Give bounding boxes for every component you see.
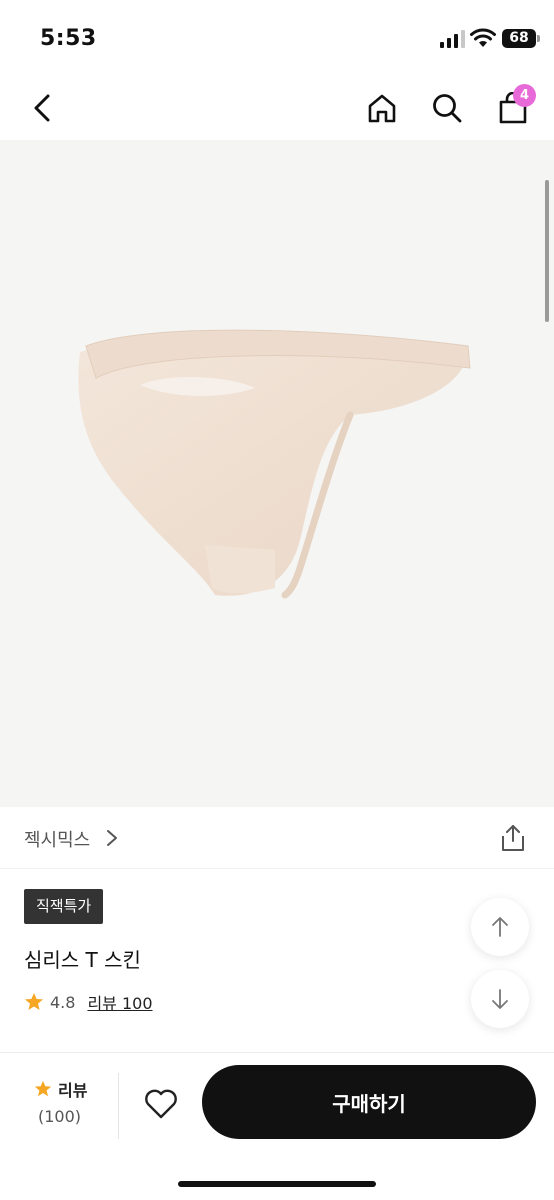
brand-link[interactable]: 젝시믹스: [24, 826, 90, 852]
product-image[interactable]: [0, 140, 554, 807]
product-title: 심리스 T 스킨: [24, 948, 141, 972]
share-icon: [502, 825, 524, 851]
review-link[interactable]: 리뷰 100: [87, 990, 152, 1014]
buy-button[interactable]: 구매하기: [202, 1065, 536, 1139]
wishlist-button[interactable]: [140, 1083, 182, 1125]
scroll-bottom-button[interactable]: [471, 970, 529, 1028]
wifi-icon: [470, 28, 496, 47]
home-button[interactable]: [362, 88, 402, 128]
review-summary-count: (100): [38, 1107, 82, 1126]
promo-tag-badge: 직잭특가: [24, 889, 104, 924]
battery-cap: [537, 35, 540, 42]
brand-row: 젝시믹스: [0, 807, 554, 869]
heart-icon: [145, 1089, 177, 1119]
chevron-left-icon: [34, 94, 50, 122]
product-photo: [78, 329, 471, 599]
cart-count-badge: 4: [513, 84, 536, 107]
review-summary-header: 리뷰: [34, 1077, 87, 1101]
rating-value: 4.8: [50, 992, 76, 1012]
home-icon: [368, 94, 396, 123]
search-button[interactable]: [427, 88, 467, 128]
arrow-down-icon: [492, 989, 508, 1009]
star-icon: [34, 1080, 52, 1097]
status-time: 5:53: [40, 26, 97, 51]
bottom-action-bar: 리뷰 (100) 구매하기: [0, 1052, 554, 1200]
review-summary[interactable]: 리뷰 (100): [0, 1071, 118, 1141]
status-bar: 5:53 68: [0, 0, 554, 78]
home-indicator: [178, 1181, 376, 1187]
arrow-up-icon: [492, 917, 508, 937]
battery-indicator: 68: [502, 29, 536, 48]
rating-row: 4.8 리뷰 100: [24, 990, 153, 1014]
share-button[interactable]: [496, 821, 530, 855]
review-summary-label: 리뷰: [58, 1081, 88, 1100]
divider: [118, 1073, 119, 1139]
search-icon: [433, 94, 462, 123]
star-icon: [25, 993, 43, 1010]
cellular-signal-icon: [440, 30, 465, 48]
back-button[interactable]: [22, 88, 62, 128]
scroll-indicator: [545, 180, 549, 322]
chevron-right-icon: [107, 830, 117, 846]
top-nav: [0, 78, 554, 140]
scroll-top-button[interactable]: [471, 898, 529, 956]
